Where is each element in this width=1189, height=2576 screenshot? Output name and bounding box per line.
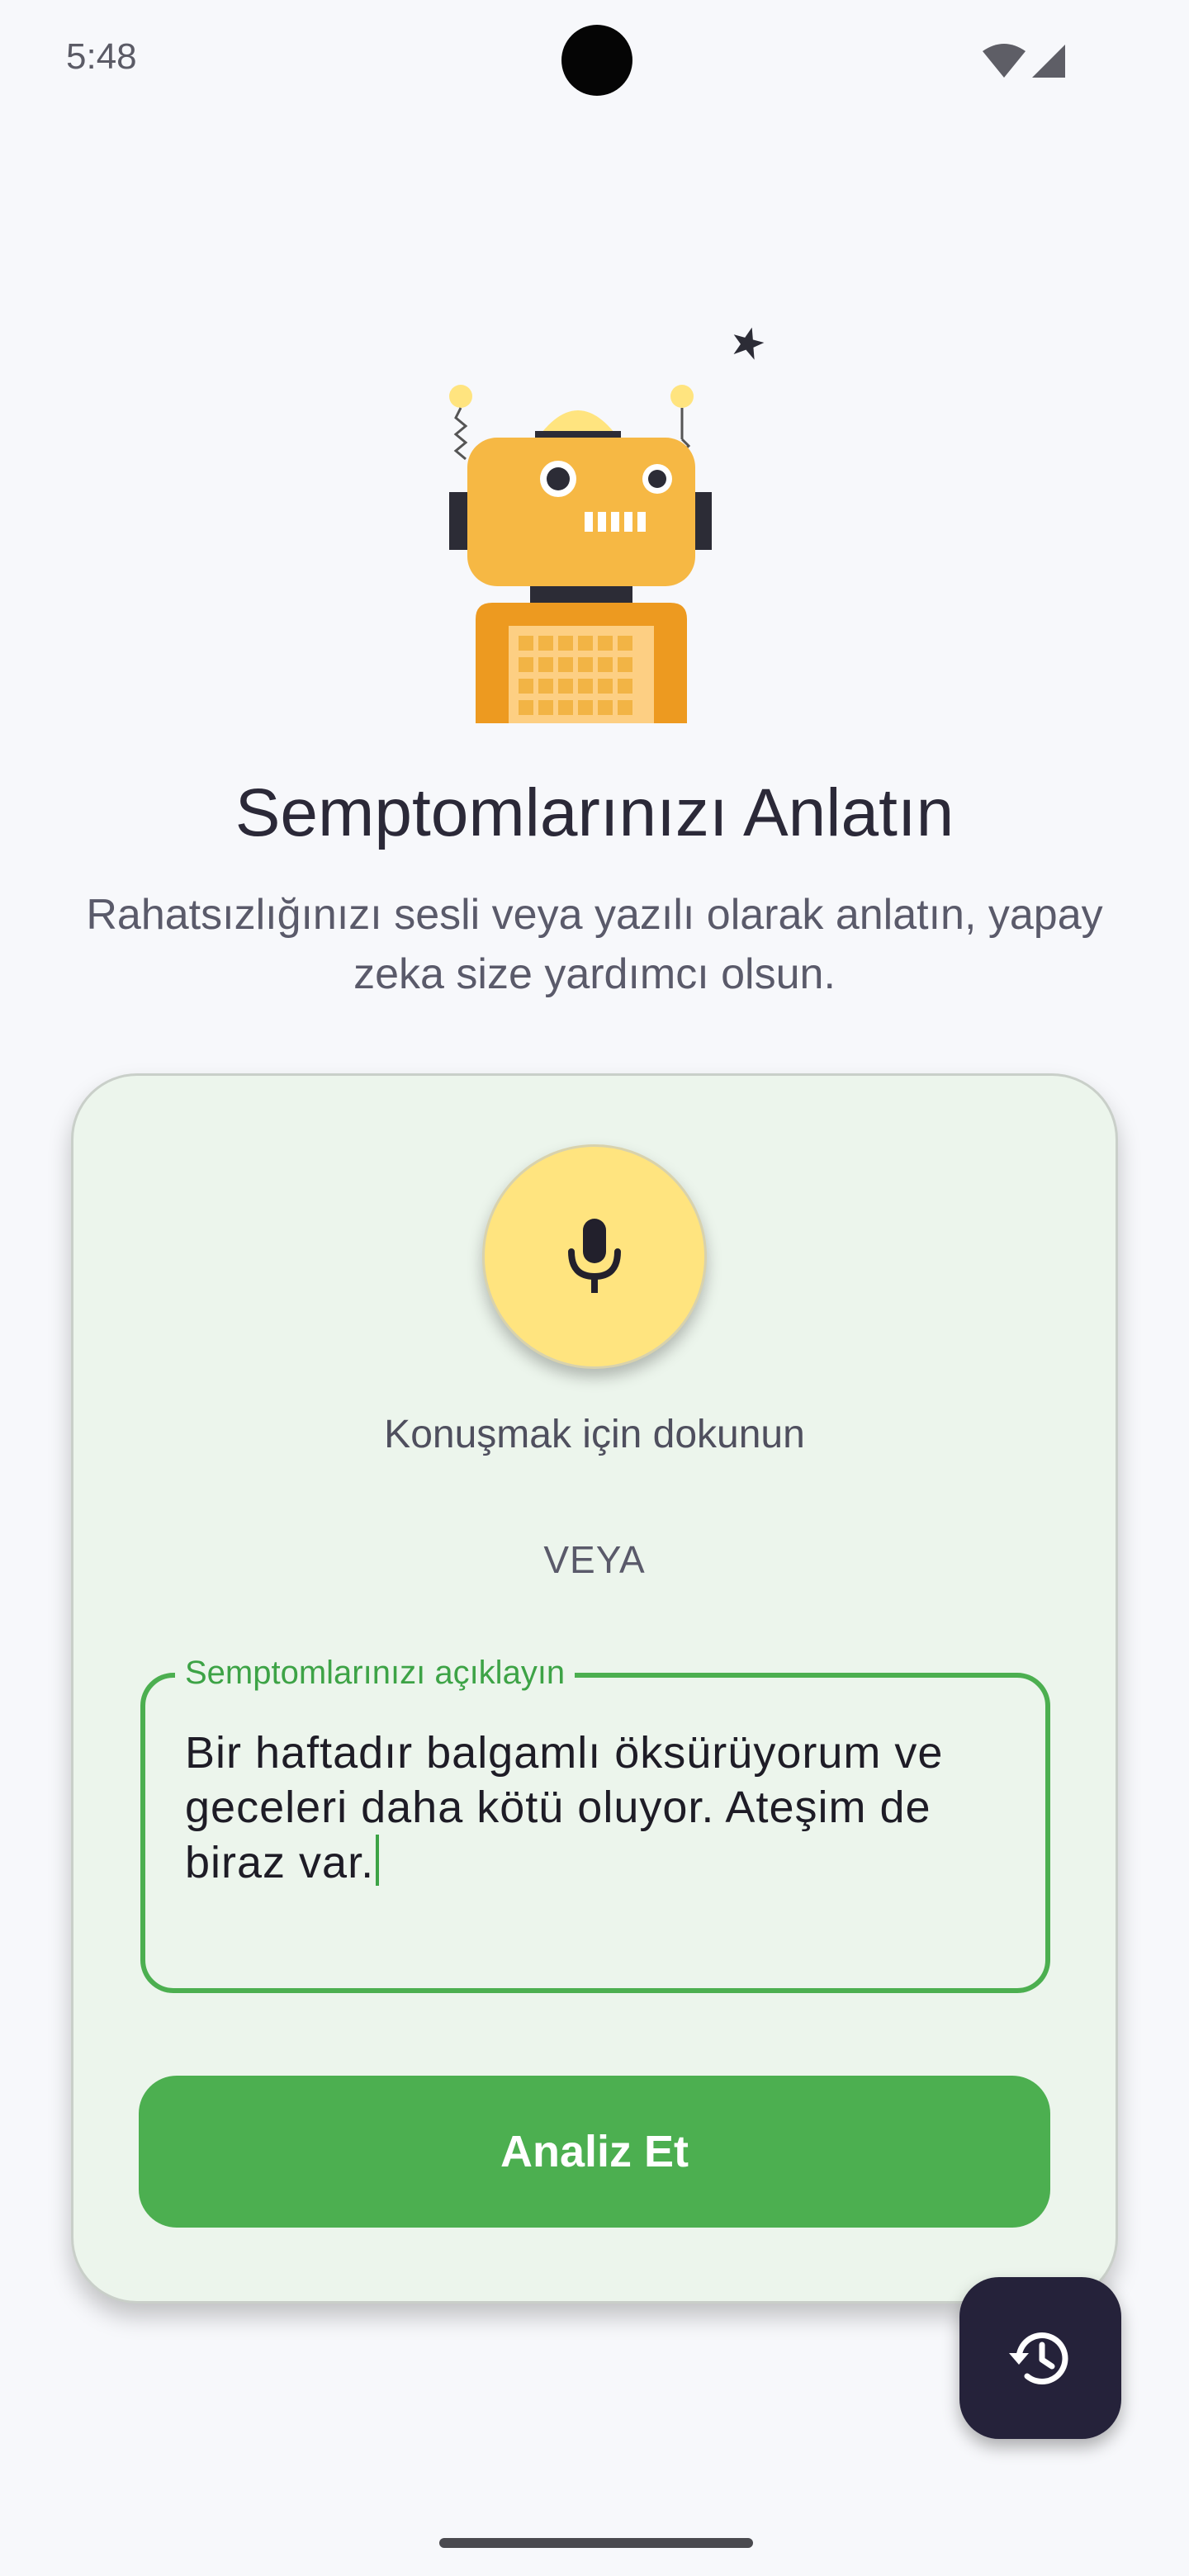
analyze-button-label: Analiz Et — [500, 2127, 689, 2176]
history-icon — [1009, 2332, 1068, 2384]
symptom-field-label: Semptomlarınızı açıklayın — [175, 1653, 576, 1693]
cell-signal-icon — [1032, 45, 1065, 78]
home-indicator[interactable] — [439, 2538, 753, 2548]
history-button[interactable] — [959, 2277, 1121, 2439]
symptom-text-value[interactable]: Bir haftadır balgamlı öksürüyorum ve gec… — [185, 1726, 1011, 1890]
microphone-icon — [568, 1219, 621, 1293]
symptom-text: Bir haftadır balgamlı öksürüyorum ve gec… — [185, 1728, 944, 1887]
page-title: Semptomlarınızı Anlatın — [234, 775, 955, 850]
text-caret — [376, 1835, 380, 1886]
page-subtitle: Rahatsızlığınızı sesli veya yazılı olara… — [86, 891, 1103, 998]
or-divider: VEYA — [543, 1538, 646, 1581]
mic-hint: Konuşmak için dokunun — [384, 1413, 805, 1456]
camera-cutout — [561, 25, 632, 96]
status-time: 5:48 — [66, 36, 137, 77]
robot-illustration — [449, 327, 765, 723]
microphone-button[interactable] — [482, 1144, 707, 1369]
analyze-button[interactable]: Analiz Et — [139, 2076, 1050, 2228]
wifi-icon — [983, 44, 1026, 78]
